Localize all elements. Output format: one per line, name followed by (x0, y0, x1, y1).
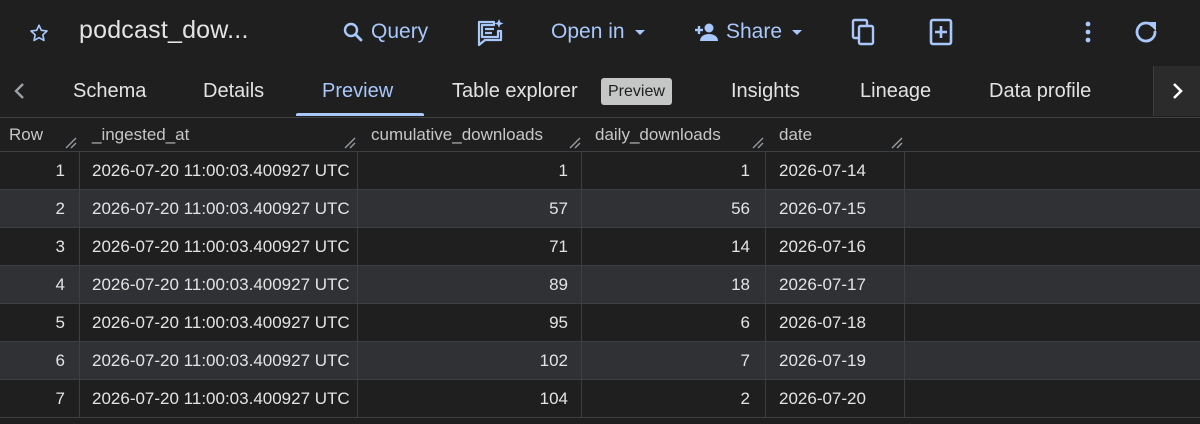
compose-sparkle-icon (477, 19, 504, 47)
daily-downloads-cell: 6 (740, 312, 750, 332)
date-cell: 2026-07-15 (779, 198, 866, 218)
table-row[interactable]: 2 2026-07-20 11:00:03.400927 UTC 57 56 2… (0, 190, 1200, 228)
cumulative-downloads-cell: 71 (549, 236, 568, 256)
ingested-at-cell: 2026-07-20 11:00:03.400927 UTC (92, 350, 350, 370)
refresh-button[interactable] (1130, 14, 1162, 50)
chevron-left-icon (14, 83, 24, 99)
column-divider (357, 152, 358, 418)
row-number-cell: 5 (55, 312, 65, 332)
ingested-at-cell: 2026-07-20 11:00:03.400927 UTC (92, 236, 350, 256)
tab-bar: Schema Details Preview Table explorer Pr… (0, 66, 1200, 118)
copy-button[interactable] (850, 14, 878, 50)
ingested-at-cell: 2026-07-20 11:00:03.400927 UTC (92, 274, 350, 294)
row-number-cell: 2 (55, 198, 65, 218)
row-number-cell: 7 (55, 388, 65, 408)
column-resize-handle[interactable] (343, 136, 357, 150)
column-divider (904, 152, 905, 418)
daily-downloads-cell: 1 (740, 160, 750, 180)
add-box-icon (929, 18, 953, 46)
chevron-right-icon (1173, 83, 1183, 99)
favorite-button[interactable] (26, 20, 52, 46)
open-in-button[interactable]: Open in (551, 14, 649, 50)
ingested-at-cell: 2026-07-20 11:00:03.400927 UTC (92, 160, 350, 180)
refresh-icon (1135, 21, 1157, 43)
column-header-cumulative-downloads: cumulative_downloads (371, 125, 543, 144)
column-header-date: date (779, 125, 813, 144)
tab-schema[interactable]: Schema (73, 66, 146, 116)
table-row[interactable]: 1 2026-07-20 11:00:03.400927 UTC 1 1 202… (0, 152, 1200, 190)
compose-button[interactable] (475, 14, 505, 50)
share-label: Share (726, 20, 783, 43)
tab-lineage[interactable]: Lineage (860, 66, 931, 116)
column-resize-handle[interactable] (751, 136, 765, 150)
tab-insights[interactable]: Insights (731, 66, 800, 116)
daily-downloads-cell: 56 (731, 198, 750, 218)
row-number-cell: 3 (55, 236, 65, 256)
caret-down-icon (792, 30, 803, 35)
tab-preview[interactable]: Preview (322, 66, 393, 116)
scroll-tabs-left-button[interactable] (0, 66, 40, 116)
active-tab-indicator (296, 113, 424, 116)
row-number-cell: 1 (55, 160, 65, 180)
star-outline-icon (30, 24, 48, 42)
daily-downloads-cell: 18 (731, 274, 750, 294)
row-number-cell: 6 (55, 350, 65, 370)
date-cell: 2026-07-18 (779, 312, 866, 332)
person-add-icon (695, 23, 718, 41)
column-resize-handle[interactable] (64, 136, 78, 150)
scroll-tabs-right-button[interactable] (1153, 66, 1200, 116)
bigquery-table-view: podcast_dow... Query Open in Share Schem… (0, 0, 1200, 424)
query-button[interactable]: Query (341, 14, 428, 50)
share-button[interactable]: Share (694, 14, 806, 50)
daily-downloads-cell: 7 (740, 350, 750, 370)
table-row[interactable]: 7 2026-07-20 11:00:03.400927 UTC 104 2 2… (0, 380, 1200, 418)
table-row[interactable]: 3 2026-07-20 11:00:03.400927 UTC 71 14 2… (0, 228, 1200, 266)
column-divider (79, 152, 80, 418)
cumulative-downloads-cell: 104 (539, 388, 568, 408)
daily-downloads-cell: 2 (740, 388, 750, 408)
toolbar: podcast_dow... Query Open in Share (0, 0, 1200, 66)
table-header: Row _ingested_at cumulative_downloads da… (0, 118, 1200, 152)
ingested-at-cell: 2026-07-20 11:00:03.400927 UTC (92, 388, 350, 408)
column-header-row: Row (9, 125, 44, 144)
column-divider (581, 152, 582, 418)
daily-downloads-cell: 14 (731, 236, 750, 256)
caret-down-icon (634, 30, 645, 35)
more-options-button[interactable] (1076, 14, 1100, 50)
cumulative-downloads-cell: 57 (549, 198, 568, 218)
table-row[interactable]: 5 2026-07-20 11:00:03.400927 UTC 95 6 20… (0, 304, 1200, 342)
tab-data-profile[interactable]: Data profile (989, 66, 1091, 116)
open-in-label: Open in (551, 20, 625, 43)
preview-badge: Preview (601, 78, 672, 105)
table-title: podcast_dow... (79, 16, 249, 44)
column-header-daily-downloads: daily_downloads (595, 125, 721, 144)
cumulative-downloads-cell: 89 (549, 274, 568, 294)
column-header-ingested-at: _ingested_at (92, 125, 190, 144)
column-divider (765, 152, 766, 418)
tab-details[interactable]: Details (203, 66, 264, 116)
column-resize-handle[interactable] (568, 136, 582, 150)
cumulative-downloads-cell: 1 (558, 160, 568, 180)
query-label: Query (371, 20, 429, 43)
ingested-at-cell: 2026-07-20 11:00:03.400927 UTC (92, 312, 350, 332)
table-row[interactable]: 6 2026-07-20 11:00:03.400927 UTC 102 7 2… (0, 342, 1200, 380)
date-cell: 2026-07-19 (779, 350, 866, 370)
more-vert-icon (1085, 21, 1091, 43)
cumulative-downloads-cell: 95 (549, 312, 568, 332)
date-cell: 2026-07-17 (779, 274, 866, 294)
tab-table-explorer[interactable]: Table explorer (452, 66, 578, 116)
date-cell: 2026-07-14 (779, 160, 866, 180)
column-resize-handle[interactable] (890, 136, 904, 150)
table-row[interactable]: 4 2026-07-20 11:00:03.400927 UTC 89 18 2… (0, 266, 1200, 304)
cumulative-downloads-cell: 102 (539, 350, 568, 370)
date-cell: 2026-07-16 (779, 236, 866, 256)
copy-icon (851, 18, 875, 46)
date-cell: 2026-07-20 (779, 388, 866, 408)
add-button[interactable] (928, 14, 954, 50)
row-number-cell: 4 (55, 274, 65, 294)
ingested-at-cell: 2026-07-20 11:00:03.400927 UTC (92, 198, 350, 218)
search-icon (343, 22, 363, 42)
